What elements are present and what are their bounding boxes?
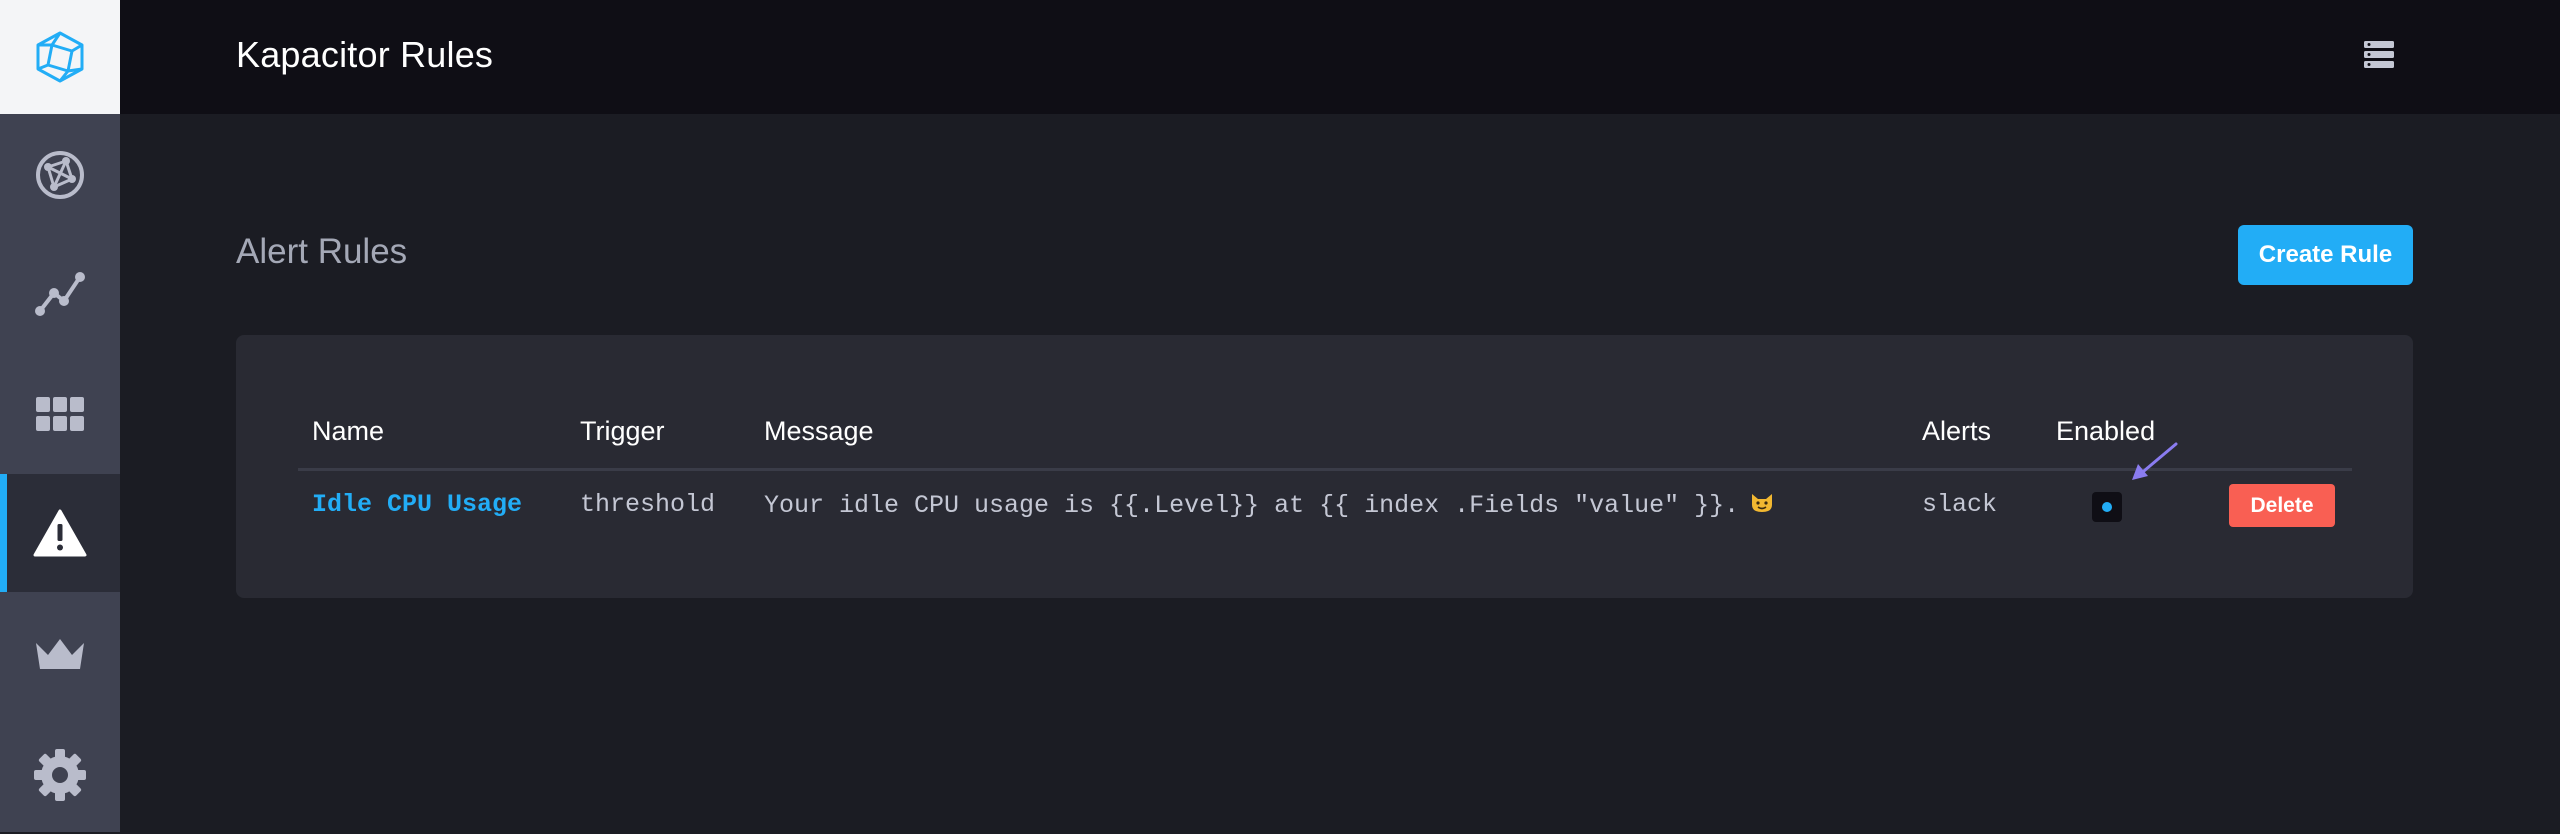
column-header-alerts[interactable]: Alerts [1922,416,1991,447]
create-rule-button[interactable]: Create Rule [2238,225,2413,285]
page-title: Kapacitor Rules [236,34,494,75]
column-header-message[interactable]: Message [764,416,874,447]
alert-triangle-icon [33,509,87,557]
sidebar-item-admin[interactable] [0,596,120,714]
rule-name-link[interactable]: Idle CPU Usage [312,490,522,519]
logo[interactable] [0,0,120,114]
sidebar-item-host-list[interactable] [0,116,120,234]
crown-icon [36,639,84,669]
data-explorer-icon [35,272,85,316]
enabled-toggle[interactable] [2092,492,2122,522]
section-title: Alert Rules [236,232,408,271]
sidebar-item-data-explorer[interactable] [0,236,120,354]
smiling-cat-emoji-icon [1749,490,1775,522]
sidebar-item-dashboards[interactable] [0,356,120,474]
alert-rules-table: Name Trigger Message Alerts Enabled Idle… [236,335,2413,598]
rule-alerts: slack [1922,490,1998,519]
server-stack-icon [2364,41,2394,68]
header-divider [298,468,2352,471]
graph-network-icon [36,151,84,199]
sidebar-item-configuration[interactable] [0,716,120,834]
annotation-arrow-icon [2132,442,2178,480]
sidebar [0,0,120,832]
gear-icon [34,749,86,801]
rule-message: Your idle CPU usage is {{.Level}} at {{ … [764,490,1775,522]
enabled-indicator [2102,502,2112,512]
dashboards-grid-icon [36,397,84,431]
rule-message-text: Your idle CPU usage is {{.Level}} at {{ … [764,491,1740,520]
source-selector[interactable] [2362,38,2396,77]
chronograf-logo-icon [36,31,84,83]
column-header-name[interactable]: Name [312,416,384,447]
rule-trigger: threshold [580,490,716,519]
column-header-trigger[interactable]: Trigger [580,416,665,447]
page-header: Kapacitor Rules [120,0,2560,114]
delete-rule-button[interactable]: Delete [2229,484,2335,527]
sidebar-item-alerting[interactable] [0,474,120,592]
